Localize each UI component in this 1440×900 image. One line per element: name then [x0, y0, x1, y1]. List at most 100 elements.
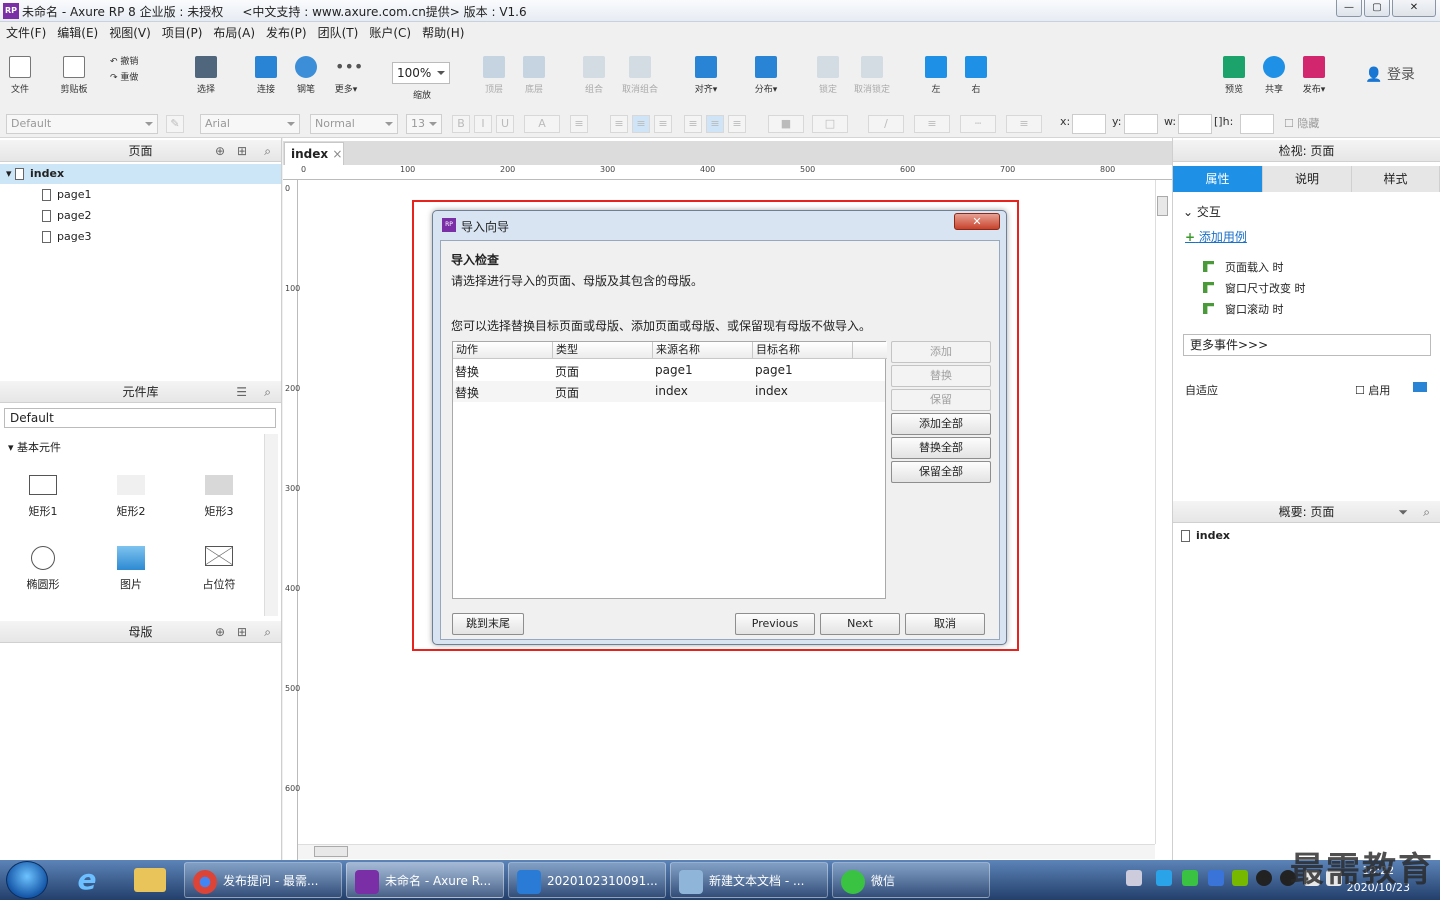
- add-master-icon[interactable]: ⊕: [215, 621, 225, 643]
- adaptive-settings-icon[interactable]: [1413, 382, 1427, 392]
- connect-tool-button[interactable]: 连接: [248, 56, 284, 95]
- menu-project[interactable]: 项目(P): [162, 22, 203, 44]
- widget-ellipse[interactable]: 椭圆形: [13, 546, 73, 592]
- hide-checkbox[interactable]: ☐ 隐藏: [1284, 115, 1319, 131]
- search-icon[interactable]: ⌕: [264, 381, 271, 403]
- taskbar-app-chrome[interactable]: 发布提问 - 最需...: [184, 862, 342, 898]
- column-header-action[interactable]: 动作: [453, 342, 553, 359]
- start-button[interactable]: [6, 861, 48, 899]
- font-weight-select[interactable]: Normal: [310, 114, 398, 134]
- taskbar-app-video[interactable]: 2020102310091...: [508, 862, 666, 898]
- replace-button[interactable]: 替换: [891, 365, 991, 387]
- outline-item-index[interactable]: index: [1181, 529, 1230, 542]
- unlock-button[interactable]: 取消锁定: [850, 56, 894, 95]
- add-all-button[interactable]: 添加全部: [891, 413, 991, 435]
- file-button[interactable]: 文件: [2, 56, 38, 95]
- file-explorer-icon[interactable]: [134, 868, 166, 892]
- replace-all-button[interactable]: 替换全部: [891, 437, 991, 459]
- bring-top-button[interactable]: 顶层: [476, 56, 512, 95]
- search-icon[interactable]: ⌕: [264, 621, 271, 643]
- add-folder-icon[interactable]: ⊞: [237, 621, 247, 643]
- bullet-button[interactable]: ≡: [570, 115, 588, 133]
- h-input[interactable]: [1240, 114, 1274, 134]
- widget-image[interactable]: 图片: [101, 546, 161, 592]
- minimize-button[interactable]: —: [1336, 0, 1362, 17]
- align-right-button[interactable]: ≡: [654, 115, 672, 133]
- align-center-button[interactable]: ≡: [632, 115, 650, 133]
- more-events-select[interactable]: 更多事件>>>: [1183, 334, 1431, 356]
- send-bottom-button[interactable]: 底层: [516, 56, 552, 95]
- font-select[interactable]: Arial: [200, 114, 300, 134]
- nvidia-tray-icon[interactable]: [1232, 870, 1248, 886]
- align-button[interactable]: 对齐▾: [688, 56, 724, 95]
- taskbar-app-axure[interactable]: 未命名 - Axure R...: [346, 862, 504, 898]
- search-icon[interactable]: ⌕: [1423, 501, 1430, 523]
- more-tools-button[interactable]: ••• 更多▾: [328, 56, 364, 95]
- event-page-load[interactable]: 页面载入 时: [1225, 259, 1284, 275]
- group-button[interactable]: 组合: [576, 56, 612, 95]
- next-button[interactable]: Next: [820, 613, 900, 635]
- menu-account[interactable]: 账户(C): [369, 22, 411, 44]
- redo-button[interactable]: ↷ 重做: [110, 70, 150, 83]
- italic-button[interactable]: I: [474, 115, 492, 133]
- table-row[interactable]: 替换 页面 page1 page1: [453, 360, 885, 381]
- fill-color-button[interactable]: ■: [768, 115, 804, 133]
- arrow-style-button[interactable]: ≡: [1006, 115, 1042, 133]
- login-button[interactable]: 👤 登录: [1360, 64, 1420, 84]
- add-case-link[interactable]: + 添加用例: [1185, 228, 1247, 245]
- menu-help[interactable]: 帮助(H): [422, 22, 464, 44]
- left-panel-toggle[interactable]: 左: [918, 56, 954, 95]
- close-window-button[interactable]: ✕: [1392, 0, 1436, 17]
- page-tree-item-index[interactable]: ▾ index: [0, 164, 281, 184]
- column-header-type[interactable]: 类型: [553, 342, 653, 359]
- qq-tray-icon[interactable]: [1256, 870, 1272, 886]
- filter-icon[interactable]: ⏷: [1398, 501, 1408, 523]
- zoom-select[interactable]: 100%: [392, 62, 450, 84]
- canvas-horizontal-scrollbar[interactable]: [298, 844, 1155, 859]
- keyboard-tray-icon[interactable]: [1126, 870, 1142, 886]
- widget-placeholder[interactable]: 占位符: [189, 546, 249, 592]
- tab-index[interactable]: index ×: [284, 142, 344, 165]
- font-size-select[interactable]: 13: [406, 114, 442, 134]
- menu-layout[interactable]: 布局(A): [213, 22, 255, 44]
- tab-notes[interactable]: 说明: [1263, 166, 1352, 192]
- select-tool-button[interactable]: 选择: [176, 56, 236, 95]
- cancel-button[interactable]: 取消: [905, 613, 985, 635]
- dialog-close-button[interactable]: ✕: [954, 213, 1000, 230]
- add-page-icon[interactable]: ⊕: [215, 140, 225, 162]
- bold-button[interactable]: B: [452, 115, 470, 133]
- valign-bottom-button[interactable]: ≡: [728, 115, 746, 133]
- library-select[interactable]: Default: [4, 408, 276, 428]
- y-input[interactable]: [1124, 114, 1158, 134]
- skip-to-end-button[interactable]: 跳到末尾: [452, 613, 524, 635]
- valign-top-button[interactable]: ≡: [684, 115, 702, 133]
- add-folder-icon[interactable]: ⊞: [237, 140, 247, 162]
- canvas-vertical-scrollbar[interactable]: [1155, 180, 1169, 844]
- menu-view[interactable]: 视图(V): [109, 22, 151, 44]
- event-window-scroll[interactable]: 窗口滚动 时: [1225, 301, 1284, 317]
- maximize-button[interactable]: ▢: [1364, 0, 1390, 17]
- distribute-button[interactable]: 分布▾: [748, 56, 784, 95]
- widget-rect2[interactable]: 矩形2: [101, 475, 161, 519]
- undo-button[interactable]: ↶ 撤销: [110, 54, 150, 67]
- w-input[interactable]: [1178, 114, 1212, 134]
- line-color-button[interactable]: ∕: [868, 115, 904, 133]
- valign-middle-button[interactable]: ≡: [706, 115, 724, 133]
- menu-file[interactable]: 文件(F): [6, 22, 46, 44]
- search-icon[interactable]: ⌕: [264, 140, 271, 162]
- widget-rect1[interactable]: 矩形1: [13, 475, 73, 519]
- page-tree-item-page1[interactable]: page1: [0, 185, 281, 205]
- menu-icon[interactable]: ☰: [236, 381, 247, 403]
- pen-tool-button[interactable]: 钢笔: [288, 56, 324, 95]
- library-group-basic[interactable]: ▾ 基本元件: [8, 439, 61, 455]
- ungroup-button[interactable]: 取消组合: [616, 56, 664, 95]
- menu-publish[interactable]: 发布(P): [266, 22, 307, 44]
- event-window-resize[interactable]: 窗口尺寸改变 时: [1225, 280, 1306, 296]
- add-button[interactable]: 添加: [891, 341, 991, 363]
- ie-browser-icon[interactable]: e: [70, 864, 104, 896]
- right-panel-toggle[interactable]: 右: [958, 56, 994, 95]
- security-tray-icon[interactable]: [1208, 870, 1224, 886]
- align-left-button[interactable]: ≡: [610, 115, 628, 133]
- line-width-button[interactable]: ≡: [914, 115, 950, 133]
- wechat-tray-icon[interactable]: [1182, 870, 1198, 886]
